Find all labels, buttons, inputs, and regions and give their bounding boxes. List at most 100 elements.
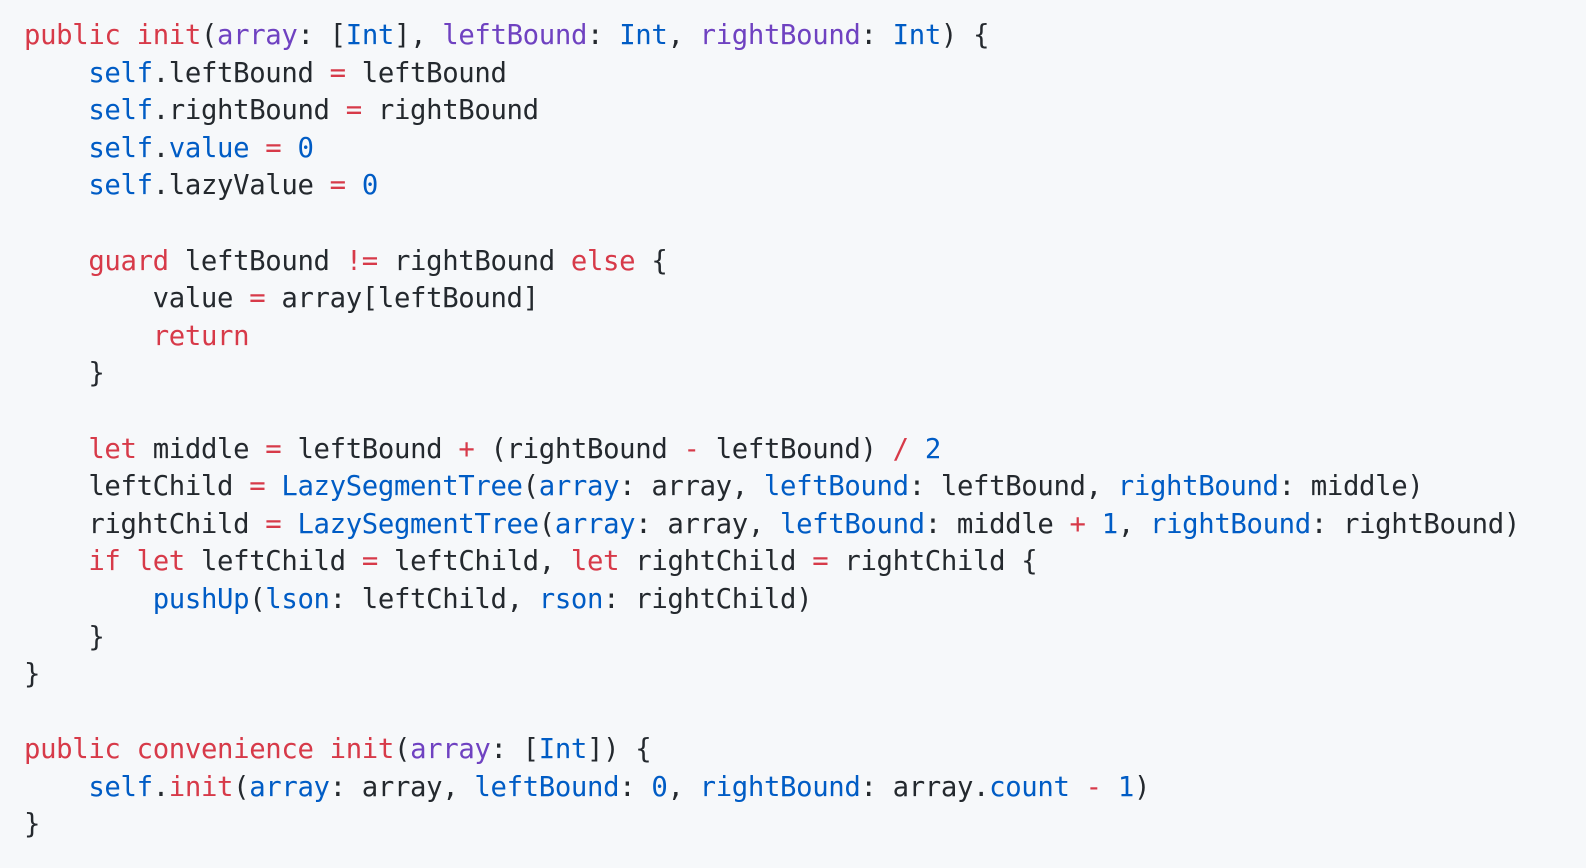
code-token: rightBound bbox=[1149, 508, 1311, 540]
code-line: leftChild = LazySegmentTree(array: array… bbox=[24, 468, 1574, 506]
code-line: pushUp(lson: leftChild, rson: rightChild… bbox=[24, 581, 1574, 619]
code-token: ( bbox=[538, 508, 555, 540]
code-token: .rightBound bbox=[152, 95, 346, 127]
code-token: Int bbox=[892, 20, 942, 51]
code-token: value bbox=[24, 283, 250, 315]
code-token: + bbox=[458, 433, 475, 465]
code-token: : leftChild, bbox=[329, 583, 539, 615]
code-line: let middle = leftBound + (rightBound - l… bbox=[24, 431, 1574, 469]
code-token: } bbox=[24, 809, 41, 841]
code-token: LazySegmentTree bbox=[281, 471, 523, 503]
code-token: : array. bbox=[860, 771, 990, 803]
code-token: : array, bbox=[635, 508, 780, 540]
code-token: = bbox=[249, 283, 266, 315]
code-token: = bbox=[249, 471, 266, 503]
code-token: : [ bbox=[297, 20, 346, 51]
code-token: init bbox=[136, 20, 202, 51]
code-token: if bbox=[88, 546, 121, 578]
code-token: init bbox=[168, 771, 234, 803]
code-token: , bbox=[667, 20, 700, 51]
code-token: = bbox=[329, 170, 346, 202]
code-line: public convenience init(array: [Int]) { bbox=[24, 731, 1574, 769]
code-line: } bbox=[24, 355, 1574, 393]
code-token: 0 bbox=[297, 132, 314, 164]
code-token: ( bbox=[249, 583, 266, 615]
code-token: public bbox=[24, 20, 121, 51]
code-token: rightBound bbox=[377, 245, 571, 277]
code-token: guard bbox=[88, 245, 169, 277]
code-token: self bbox=[88, 170, 153, 202]
code-line: if let leftChild = leftChild, let rightC… bbox=[24, 543, 1574, 581]
code-token: != bbox=[345, 245, 379, 277]
code-token: (rightBound bbox=[474, 433, 684, 465]
code-line: } bbox=[24, 619, 1574, 657]
code-token: ( bbox=[522, 471, 539, 503]
code-token: rightBound bbox=[361, 95, 539, 127]
code-token: leftBound bbox=[281, 433, 459, 465]
code-token: } bbox=[24, 358, 105, 390]
code-token: : rightBound) bbox=[1310, 508, 1520, 540]
code-token: rightChild bbox=[619, 546, 813, 578]
code-token: 0 bbox=[361, 170, 378, 202]
code-token: 2 bbox=[924, 433, 941, 465]
code-token: ) { bbox=[940, 20, 990, 51]
code-token: = bbox=[265, 508, 282, 540]
code-token: : rightChild) bbox=[603, 583, 813, 615]
code-token: init bbox=[329, 734, 395, 766]
code-token: ( bbox=[393, 734, 411, 766]
code-line: self.lazyValue = 0 bbox=[24, 167, 1574, 205]
code-line: public init(array: [Int], leftBound: Int… bbox=[24, 17, 1574, 55]
code-token: array bbox=[554, 508, 636, 540]
code-token: else bbox=[570, 245, 636, 277]
code-line: self.init(array: array, leftBound: 0, ri… bbox=[24, 769, 1574, 807]
code-token: { bbox=[635, 245, 668, 277]
code-token: leftBound bbox=[780, 508, 925, 540]
code-token: count bbox=[989, 771, 1070, 803]
code-line: rightChild = LazySegmentTree(array: arra… bbox=[24, 506, 1574, 544]
code-block: public init(array: [Int], leftBound: Int… bbox=[24, 17, 1574, 844]
code-token: public bbox=[24, 734, 121, 766]
code-token: leftBound bbox=[763, 471, 909, 503]
code-token: : [ bbox=[490, 734, 540, 766]
code-token: } bbox=[24, 621, 105, 653]
code-token: + bbox=[1069, 508, 1086, 540]
code-token: / bbox=[892, 433, 909, 465]
code-token: Int bbox=[619, 20, 668, 51]
code-token: rightBound bbox=[699, 20, 861, 51]
code-token: 1 bbox=[1101, 508, 1118, 540]
code-token: . bbox=[152, 132, 169, 164]
code-token: - bbox=[683, 433, 700, 465]
code-line: } bbox=[24, 806, 1574, 844]
code-token: 0 bbox=[651, 771, 668, 803]
code-token: : bbox=[619, 771, 652, 803]
code-token: let bbox=[136, 546, 186, 578]
code-token: . bbox=[152, 771, 169, 803]
code-token: self bbox=[88, 132, 153, 164]
code-token: self bbox=[88, 771, 153, 803]
code-token: leftBound bbox=[474, 771, 620, 803]
code-token: leftChild, bbox=[377, 546, 571, 578]
code-token: rightChild { bbox=[828, 546, 1038, 578]
code-token: = bbox=[329, 57, 346, 89]
code-token: pushUp bbox=[152, 583, 250, 615]
code-token: : array, bbox=[329, 771, 475, 803]
code-token: LazySegmentTree bbox=[297, 508, 539, 540]
code-token: : middle bbox=[924, 508, 1070, 540]
code-token: leftBound bbox=[442, 20, 588, 51]
code-token: = bbox=[345, 95, 362, 127]
